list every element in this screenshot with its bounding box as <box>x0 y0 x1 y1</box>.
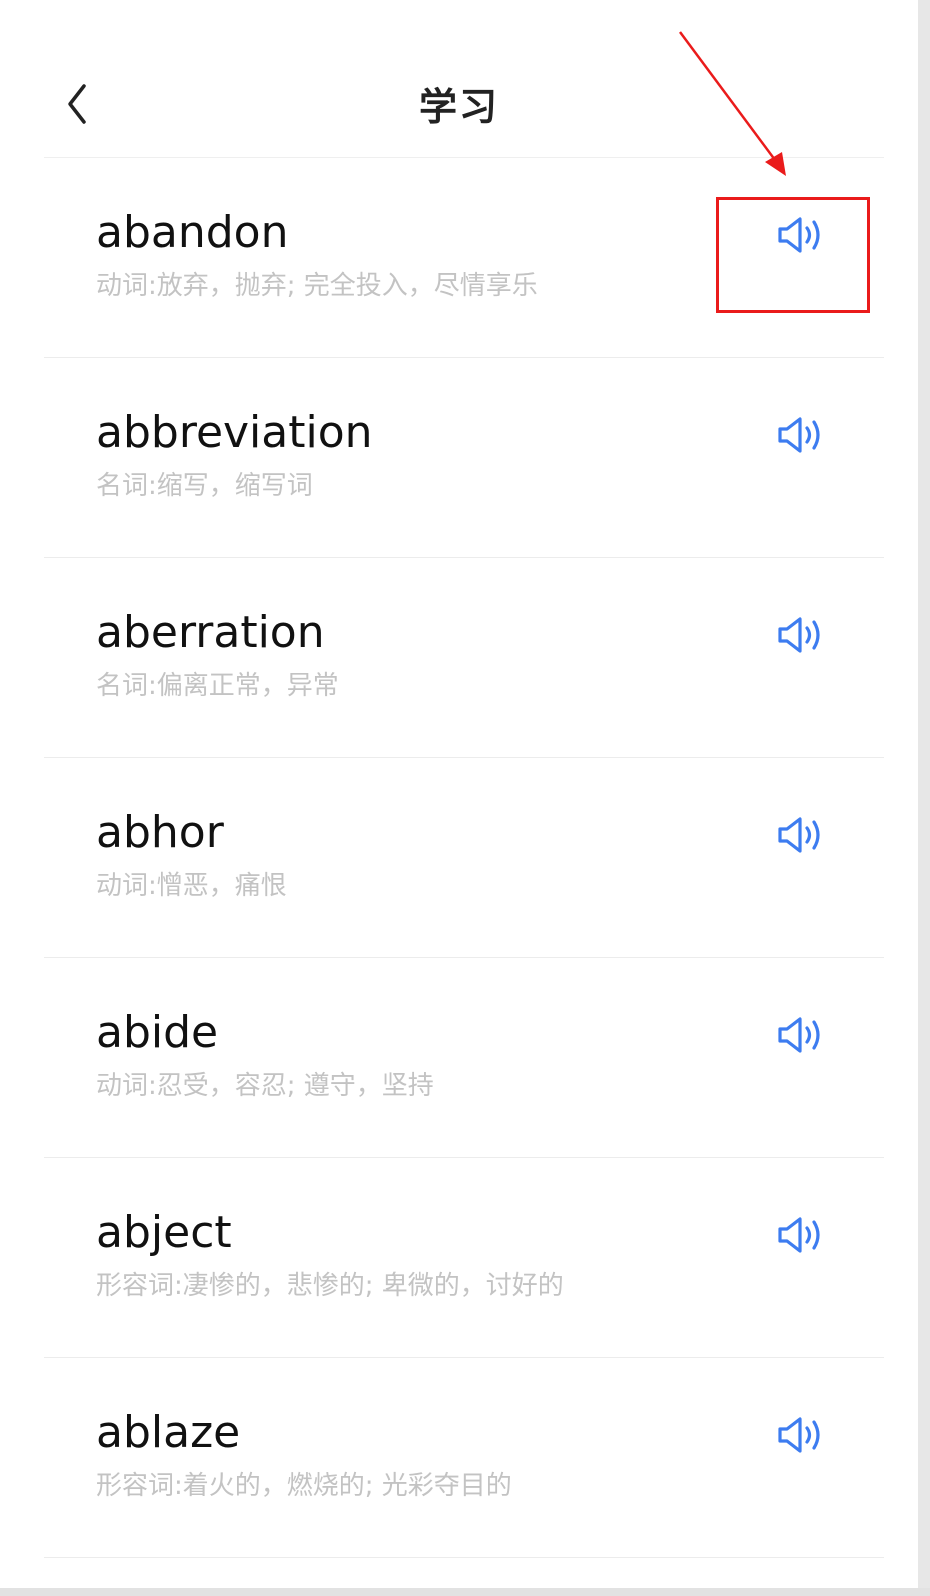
bottom-edge-strip <box>0 1588 930 1596</box>
page-title: 学习 <box>418 85 499 129</box>
word-text: abhor <box>96 807 224 858</box>
header-bar: 学习 <box>0 0 918 158</box>
speaker-icon[interactable] <box>776 614 824 656</box>
speaker-icon[interactable] <box>776 1214 824 1256</box>
word-meaning: 形容词:凄惨的，悲惨的; 卑微的，讨好的 <box>96 1271 564 1301</box>
word-meaning: 名词:偏离正常，异常 <box>96 671 339 701</box>
word-meaning: 形容词:着火的，燃烧的; 光彩夺目的 <box>96 1471 512 1501</box>
word-row[interactable]: abject 形容词:凄惨的，悲惨的; 卑微的，讨好的 <box>44 1158 884 1358</box>
word-text: aberration <box>96 607 325 658</box>
word-row[interactable]: abbreviation 名词:缩写，缩写词 <box>44 358 884 558</box>
speaker-icon[interactable] <box>776 1014 824 1056</box>
word-meaning: 名词:缩写，缩写词 <box>96 471 313 501</box>
word-text: ablaze <box>96 1407 241 1458</box>
right-edge-strip <box>918 0 930 1596</box>
word-meaning: 动词:放弃，抛弃; 完全投入，尽情享乐 <box>96 271 538 301</box>
speaker-icon[interactable] <box>776 414 824 456</box>
speaker-icon[interactable] <box>776 1414 824 1456</box>
word-text: abbreviation <box>96 407 373 458</box>
study-screen: 学习 abandon 动词:放弃，抛弃; 完全投入，尽情享乐 abbreviat… <box>0 0 918 1588</box>
word-row[interactable]: abide 动词:忍受，容忍; 遵守，坚持 <box>44 958 884 1158</box>
word-text: abandon <box>96 207 289 258</box>
word-meaning: 动词:忍受，容忍; 遵守，坚持 <box>96 1071 434 1101</box>
word-row[interactable]: abhor 动词:憎恶，痛恨 <box>44 758 884 958</box>
word-row[interactable]: ablaze 形容词:着火的，燃烧的; 光彩夺目的 <box>44 1358 884 1558</box>
speaker-icon[interactable] <box>776 214 824 256</box>
word-list: abandon 动词:放弃，抛弃; 完全投入，尽情享乐 abbreviation… <box>0 158 918 1558</box>
word-text: abject <box>96 1207 232 1258</box>
word-row[interactable]: abandon 动词:放弃，抛弃; 完全投入，尽情享乐 <box>44 158 884 358</box>
word-meaning: 动词:憎恶，痛恨 <box>96 871 287 901</box>
speaker-icon[interactable] <box>776 814 824 856</box>
word-text: abide <box>96 1007 219 1058</box>
word-row[interactable]: aberration 名词:偏离正常，异常 <box>44 558 884 758</box>
